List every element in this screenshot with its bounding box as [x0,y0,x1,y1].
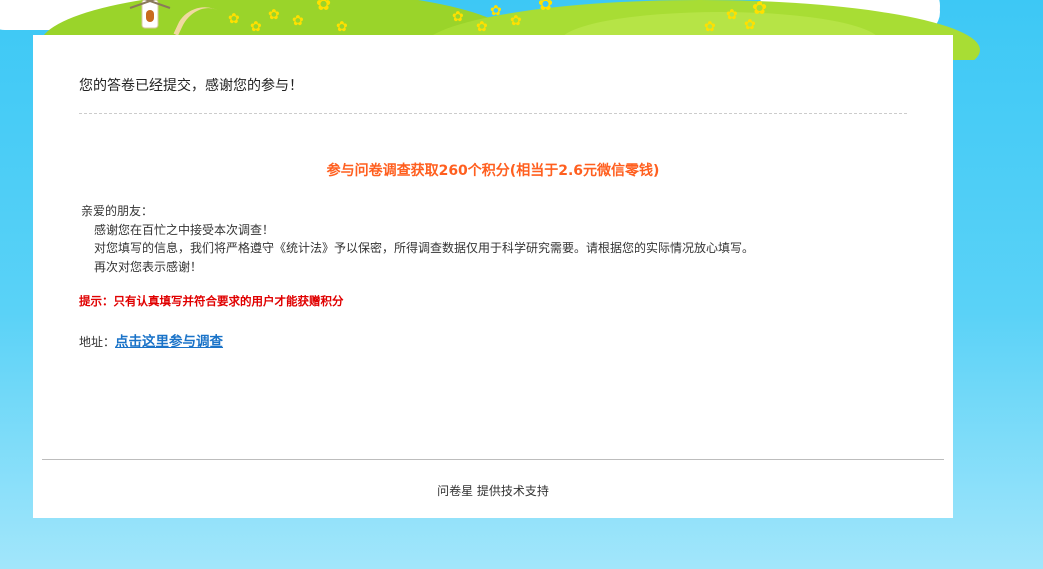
flower-icon: ✿ [316,0,332,15]
flower-icon: ✿ [336,19,348,35]
flower-icon: ✿ [250,19,262,35]
tip-text: 提示：只有认真填写并符合要求的用户才能获赠积分 [79,294,344,308]
flower-icon: ✿ [268,7,280,23]
letter-line: 感谢您在百忙之中接受本次调查！ [94,222,275,237]
flower-icon: ✿ [490,3,502,19]
footer-divider [42,459,944,460]
windmill-icon [128,0,172,32]
flower-icon: ✿ [476,19,488,35]
letter-line: 再次对您表示感谢！ [94,259,203,274]
divider [79,113,907,114]
flower-icon: ✿ [752,0,768,19]
survey-link[interactable]: 点击这里参与调查 [115,334,223,350]
flower-icon: ✿ [744,17,756,33]
flower-icon: ✿ [452,9,464,25]
flower-icon: ✿ [704,19,716,35]
flower-icon: ✿ [510,13,522,29]
address-label: 地址： [79,335,116,349]
flower-icon: ✿ [292,13,304,29]
thank-you-letter: 亲爱的朋友： 感谢您在百忙之中接受本次调查！ 对您填写的信息，我们将严格遵守《统… [81,202,754,276]
flower-icon: ✿ [538,0,554,15]
reward-banner: 参与问卷调查获取260个积分(相当于2.6元微信零钱) [326,163,660,179]
letter-line: 对您填写的信息，我们将严格遵守《统计法》予以保密，所得调查数据仅用于科学研究需要… [94,241,755,255]
footer-credit: 问卷星 提供技术支持 [437,484,549,498]
flower-icon: ✿ [228,11,240,27]
submission-message: 您的答卷已经提交，感谢您的参与！ [79,78,303,94]
letter-greeting: 亲爱的朋友： [81,204,154,218]
survey-address: 地址：点击这里参与调查 [79,330,223,350]
result-card: 您的答卷已经提交，感谢您的参与！ 参与问卷调查获取260个积分(相当于2.6元微… [33,35,953,518]
flower-icon: ✿ [726,7,738,23]
